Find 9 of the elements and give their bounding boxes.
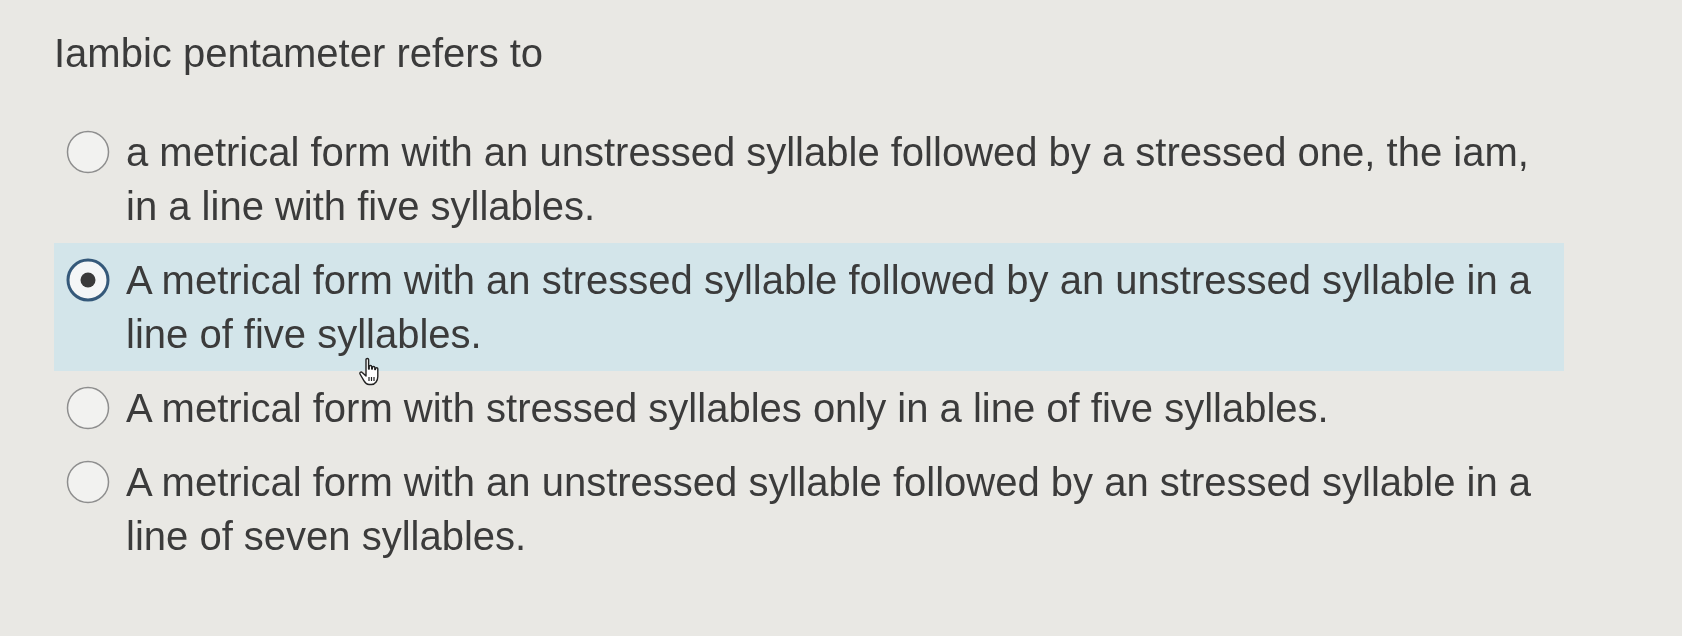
answer-text: A metrical form with stressed syllables only in a line of five syllables. — [126, 385, 1330, 432]
radio-button[interactable] — [66, 386, 110, 430]
radio-button[interactable] — [66, 460, 110, 504]
radio-button[interactable] — [66, 130, 110, 174]
question-text: Iambic pentameter refers to — [54, 30, 544, 77]
radio-button[interactable] — [66, 258, 110, 302]
answer-text: a metrical form with an unstressed syllable followed by a stressed one, the iam, in a line with five syllables. — [126, 129, 1530, 230]
answer-text: A metrical form with an unstressed syllable followed by an stressed syllable in a line of seven syllables. — [126, 459, 1533, 560]
answer-text: A metrical form with an stressed syllable followed by an unstressed syllable in a line of five syllables. — [126, 257, 1533, 358]
